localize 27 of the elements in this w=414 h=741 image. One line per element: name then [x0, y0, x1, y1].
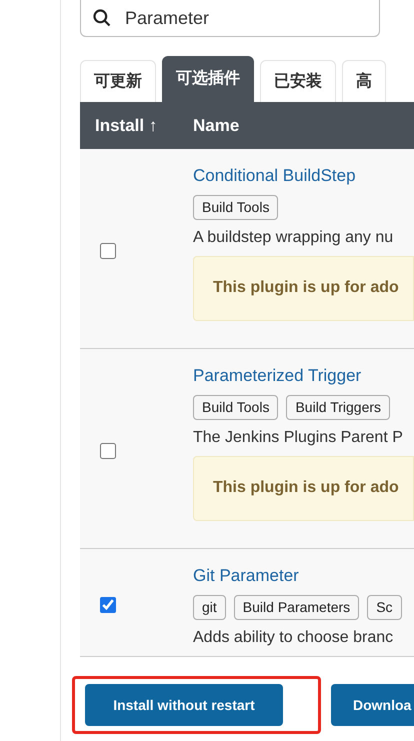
adoption-notice: This plugin is up for ado	[193, 256, 414, 320]
category-tag[interactable]: Build Tools	[193, 394, 278, 420]
adoption-notice: This plugin is up for ado	[193, 456, 414, 520]
column-header[interactable]: Install ↑	[80, 112, 193, 138]
category-tag[interactable]: Build Triggers	[286, 394, 390, 420]
plugin-description: The Jenkins Plugins Parent P	[193, 428, 404, 448]
category-tag[interactable]: Build Parameters	[234, 594, 360, 620]
tab[interactable]: 已安装	[260, 60, 336, 102]
plugin-name-link[interactable]: Parameterized Trigger	[193, 363, 414, 388]
plugin-description: A buildstep wrapping any nu	[193, 228, 394, 248]
category-tag[interactable]: git	[193, 594, 226, 620]
install-checkbox[interactable]	[100, 596, 116, 612]
category-tag[interactable]: Sc	[367, 594, 402, 620]
tab[interactable]: 可更新	[80, 60, 156, 102]
category-tag[interactable]: Build Tools	[193, 194, 278, 220]
action-button[interactable]: Downloa	[331, 684, 414, 726]
search-icon	[92, 8, 112, 28]
tab[interactable]: 可选插件	[162, 56, 254, 102]
column-header[interactable]: Name	[193, 112, 240, 138]
plugin-name-link[interactable]: Git Parameter	[193, 563, 414, 588]
plugin-name-link[interactable]: Conditional BuildStep	[193, 163, 414, 188]
tab[interactable]: 高	[342, 60, 386, 102]
plugin-description: Adds ability to choose branc	[193, 628, 394, 648]
search-field[interactable]: Parameter	[80, 0, 380, 37]
install-checkbox[interactable]	[100, 242, 116, 258]
action-button[interactable]: Install without restart	[85, 684, 283, 726]
install-checkbox[interactable]	[100, 442, 116, 458]
